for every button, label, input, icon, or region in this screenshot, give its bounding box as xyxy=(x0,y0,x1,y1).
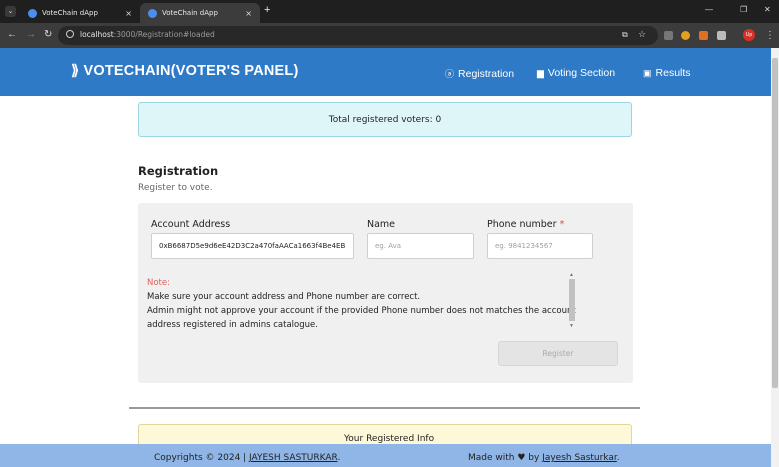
browser-tab-bar: ⌄ VoteChain dApp × VoteChain dApp × + — … xyxy=(0,0,779,23)
required-marker: * xyxy=(559,219,565,230)
extension-color-icon[interactable] xyxy=(681,31,690,40)
back-icon[interactable]: ← xyxy=(7,29,17,40)
note-line: address registered in admins catalogue. xyxy=(147,320,318,330)
profile-avatar[interactable]: Up xyxy=(743,29,755,41)
metamask-icon[interactable] xyxy=(699,31,708,40)
phone-input[interactable]: eg. 9841234567 xyxy=(487,233,593,259)
browser-tab-active[interactable]: VoteChain dApp × xyxy=(140,3,260,23)
nav-registration[interactable]: ⓐ Registration xyxy=(445,67,514,80)
new-tab-button[interactable]: + xyxy=(264,4,270,16)
author-link[interactable]: Jayesh Sasturkar xyxy=(542,453,617,463)
footer-copyright: Copyrights © 2024 | JAYESH SASTURKAR. xyxy=(154,453,341,463)
author-link[interactable]: JAYESH SASTURKAR xyxy=(249,453,337,463)
tab-title: VoteChain dApp xyxy=(162,9,218,17)
tab-search-icon[interactable]: ⌄ xyxy=(5,6,16,17)
scroll-down-icon[interactable]: ▼ xyxy=(569,323,574,329)
registration-icon: ⓐ xyxy=(445,69,455,79)
forward-icon[interactable]: → xyxy=(26,29,36,40)
name-input[interactable]: eg. Ava xyxy=(367,233,474,259)
page-scroll-thumb[interactable] xyxy=(772,58,778,388)
browser-tab[interactable]: VoteChain dApp × xyxy=(20,3,140,23)
bookmark-star-icon[interactable]: ☆ xyxy=(638,29,646,40)
note-scrollbar[interactable]: ▲ ▼ xyxy=(568,272,576,330)
share-icon[interactable]: ⧉ xyxy=(622,30,628,40)
name-label: Name xyxy=(367,219,396,230)
section-divider xyxy=(129,407,640,409)
register-button[interactable]: Register xyxy=(498,341,618,366)
page-title: Registration xyxy=(138,164,219,178)
note-heading: Note: xyxy=(147,278,170,288)
restore-icon[interactable]: ❐ xyxy=(740,5,747,14)
tab-title: VoteChain dApp xyxy=(42,9,98,17)
results-icon: ▣ xyxy=(643,67,652,78)
close-icon[interactable]: × xyxy=(245,9,252,18)
extensions-puzzle-icon[interactable] xyxy=(717,31,726,40)
extension-icon[interactable] xyxy=(664,31,673,40)
footer-credit: Made with ♥ by Jayesh Sasturkar. xyxy=(468,453,620,463)
scroll-thumb[interactable] xyxy=(569,279,575,321)
reload-icon[interactable]: ↻ xyxy=(44,29,52,40)
minimize-icon[interactable]: — xyxy=(705,5,713,14)
url-text[interactable]: localhost:3000/Registration#loaded xyxy=(80,30,215,39)
brand-title[interactable]: ⟫ VOTECHAIN(VOTER'S PANEL) xyxy=(71,63,299,79)
nav-results[interactable]: ▣ Results xyxy=(643,67,691,79)
voting-icon: ▆ xyxy=(537,67,544,78)
phone-label: Phone number * xyxy=(487,219,565,230)
globe-icon xyxy=(148,8,157,18)
note-line: Admin might not approve your account if … xyxy=(147,306,576,316)
globe-icon xyxy=(28,8,37,18)
registered-info-title: Your Registered Info xyxy=(344,434,435,444)
account-address-label: Account Address xyxy=(151,219,231,230)
browser-menu-icon[interactable]: ⋮ xyxy=(765,30,775,41)
nav-voting-section[interactable]: ▆ Voting Section xyxy=(537,67,615,79)
close-window-icon[interactable]: ✕ xyxy=(764,5,771,14)
page-scrollbar[interactable] xyxy=(771,48,779,467)
scroll-up-icon[interactable]: ▲ xyxy=(569,272,574,278)
voter-count-alert: Total registered voters: 0 xyxy=(138,102,632,137)
brand-logo-icon: ⟫ xyxy=(71,63,84,79)
site-info-icon[interactable] xyxy=(66,30,74,38)
page-subtitle: Register to vote. xyxy=(138,183,213,193)
close-icon[interactable]: × xyxy=(125,9,132,18)
note-line: Make sure your account address and Phone… xyxy=(147,292,421,302)
footer xyxy=(0,444,771,467)
account-address-input[interactable]: 0xB6687D5e9d6eE42D3C2a470faAACa1663f4Be4… xyxy=(151,233,354,259)
